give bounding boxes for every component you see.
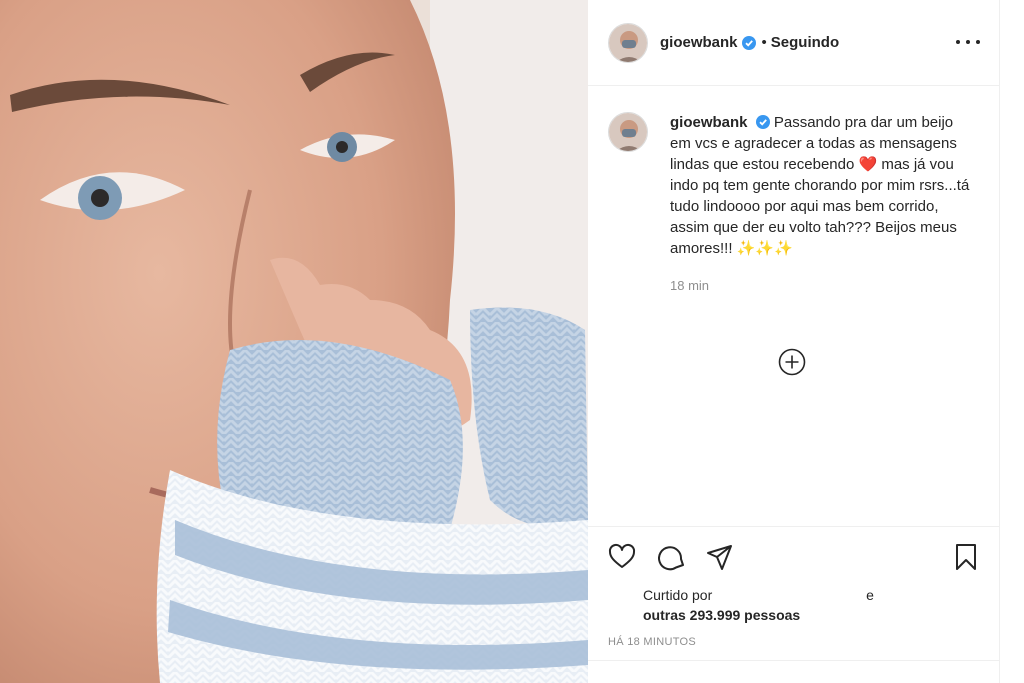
share-icon[interactable] [706,543,734,571]
caption: gioewbank Passando pra dar um beijo em v… [670,112,970,296]
verified-badge-icon [755,115,770,129]
post-date[interactable]: HÁ 18 MINUTOS [608,636,696,648]
username[interactable]: gioewbank [660,34,738,51]
caption-text: Passando pra dar um beijo em vcs e agrad… [670,114,970,257]
page-margin [1000,0,1024,683]
plus-circle-icon[interactable] [778,348,806,376]
liked-by-label: Curtido por [643,587,713,603]
post-photo-illustration [0,0,588,683]
following-button[interactable]: Seguindo [771,34,839,51]
post-photo[interactable] [0,0,588,683]
post-details-panel: gioewbank • Seguindo gioewbank Passando … [588,0,1000,683]
caption-avatar[interactable] [608,112,648,152]
bookmark-icon[interactable] [952,543,980,571]
follow-separator: • [761,34,767,51]
heart-icon[interactable] [608,543,636,571]
caption-comment: gioewbank Passando pra dar um beijo em v… [608,112,980,296]
caption-username[interactable]: gioewbank [670,114,748,131]
avatar[interactable] [608,22,648,63]
liked-and-label: e [866,587,874,603]
comment-icon[interactable] [658,543,686,571]
likes-summary: Curtido por e outras 293.999 pessoas [643,585,874,625]
more-options-icon[interactable] [956,32,980,52]
post-header: gioewbank • Seguindo [588,0,1000,86]
comment-timestamp[interactable]: 18 min [670,275,970,296]
verified-badge-icon [741,35,756,50]
likes-count-link[interactable]: outras 293.999 pessoas [643,605,874,625]
divider [588,660,1000,661]
